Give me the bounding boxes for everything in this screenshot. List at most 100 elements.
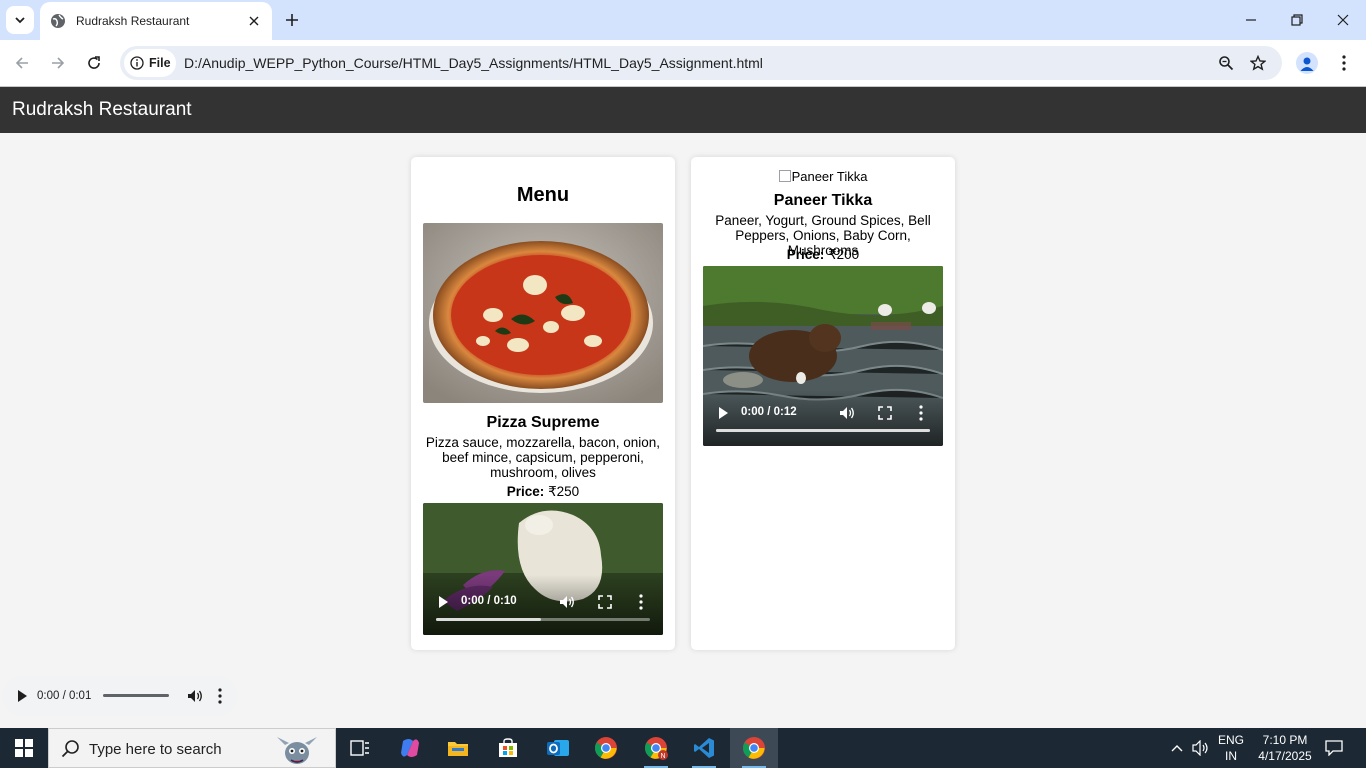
address-bar[interactable]: File D:/Anudip_WEPP_Python_Course/HTML_D… <box>120 46 1282 80</box>
zoom-icon[interactable] <box>1216 53 1236 73</box>
more-vertical-icon[interactable] <box>637 594 645 610</box>
taskbar-chrome[interactable] <box>582 728 630 768</box>
url-text[interactable]: D:/Anudip_WEPP_Python_Course/HTML_Day5_A… <box>184 55 763 71</box>
region-code: IN <box>1224 749 1237 763</box>
price-label: Price: <box>786 247 825 262</box>
more-vertical-icon <box>1342 55 1346 71</box>
broken-image-icon <box>778 170 791 182</box>
price-label: Price: <box>506 484 545 499</box>
taskbar-store[interactable] <box>484 728 532 768</box>
search-placeholder: Type here to search <box>89 741 222 758</box>
plus-icon <box>286 14 298 26</box>
volume-icon[interactable] <box>187 688 203 704</box>
item-name: Pizza Supreme <box>486 414 600 431</box>
restore-button[interactable] <box>1274 0 1320 40</box>
chevron-up-icon <box>1171 745 1183 752</box>
item-name: Paneer Tikka <box>773 192 873 209</box>
video-time: 0:00 / 0:12 <box>741 406 797 418</box>
task-view-button[interactable] <box>336 728 384 768</box>
chrome-profile-icon: N <box>645 737 668 760</box>
pizza-video[interactable]: 0:00 / 0:10 <box>423 503 663 635</box>
taskbar-search-box[interactable]: Type here to search <box>48 728 336 768</box>
video-time: 0:00 / 0:10 <box>461 595 517 607</box>
browser-tab-strip: Rudraksh Restaurant <box>0 0 1366 40</box>
site-header: Rudraksh Restaurant <box>0 87 1366 133</box>
taskbar-vscode[interactable] <box>680 728 728 768</box>
video-buffered-bar <box>436 618 541 621</box>
tab-title: Rudraksh Restaurant <box>76 14 190 28</box>
reload-button[interactable] <box>80 49 108 77</box>
price-value: ₹200 <box>828 247 860 262</box>
clock-date: 4/17/2025 <box>1258 749 1312 763</box>
play-icon[interactable] <box>436 595 450 609</box>
notification-icon <box>1325 740 1343 756</box>
item-price: Price: ₹200 <box>691 247 955 263</box>
pizza-image <box>423 223 663 403</box>
menu-card-paneer: Paneer Tikka Paneer Tikka Paneer, Yogurt… <box>691 157 955 650</box>
site-title: Rudraksh Restaurant <box>12 99 192 120</box>
site-info-chip[interactable]: File <box>124 49 176 77</box>
browser-tab[interactable]: Rudraksh Restaurant <box>40 2 272 40</box>
play-icon[interactable] <box>716 406 730 420</box>
reload-icon <box>88 56 100 69</box>
audio-time: 0:00 / 0:01 <box>37 690 92 702</box>
profile-avatar[interactable] <box>1296 52 1318 74</box>
volume-tray-button[interactable] <box>1190 728 1212 768</box>
language-code: ENG <box>1217 733 1244 747</box>
windows-taskbar: Type here to search N ENG IN 7:10 PM 4/1… <box>0 728 1366 768</box>
volume-icon[interactable] <box>839 405 855 421</box>
taskbar-copilot[interactable] <box>386 728 434 768</box>
clock[interactable]: 7:10 PM 4/17/2025 <box>1254 728 1316 768</box>
arrow-right-icon <box>52 57 65 69</box>
arrow-left-icon <box>15 57 28 69</box>
video-progress-track[interactable] <box>716 429 930 432</box>
search-icon <box>61 740 79 758</box>
minimize-button[interactable] <box>1228 0 1274 40</box>
price-value: ₹250 <box>548 484 580 499</box>
browser-menu-button[interactable] <box>1334 52 1354 74</box>
menu-card-pizza: Menu Pizza Supreme Pizza sauce, mozzarel… <box>411 157 675 650</box>
windows-logo-icon <box>15 739 33 757</box>
svg-text:N: N <box>660 753 665 760</box>
more-vertical-icon[interactable] <box>216 688 224 704</box>
minimize-icon <box>1246 19 1256 21</box>
close-tab-icon[interactable] <box>246 13 262 29</box>
fullscreen-icon[interactable] <box>877 405 893 421</box>
paneer-video[interactable]: 0:00 / 0:12 <box>703 266 943 446</box>
volume-icon[interactable] <box>559 594 575 610</box>
forward-button[interactable] <box>44 49 72 77</box>
browser-toolbar: File D:/Anudip_WEPP_Python_Course/HTML_D… <box>0 40 1366 86</box>
video-buffered-bar <box>716 429 930 432</box>
chrome-icon <box>743 737 765 759</box>
close-window-button[interactable] <box>1320 0 1366 40</box>
show-hidden-icons-button[interactable] <box>1166 728 1188 768</box>
notifications-button[interactable] <box>1320 728 1348 768</box>
folder-icon <box>448 742 468 756</box>
start-button[interactable] <box>0 728 48 768</box>
bookmark-star-icon[interactable] <box>1248 53 1268 73</box>
globe-icon <box>51 14 65 28</box>
video-controls: 0:00 / 0:10 <box>423 575 663 635</box>
menu-title: Menu <box>516 184 570 206</box>
close-icon <box>1337 14 1349 26</box>
chevron-down-icon <box>15 17 25 24</box>
image-alt-text: Paneer Tikka <box>791 169 868 184</box>
language-indicator[interactable]: ENG IN <box>1214 728 1248 768</box>
more-vertical-icon[interactable] <box>917 405 925 421</box>
audio-progress-track[interactable] <box>103 694 169 697</box>
taskbar-chrome-profile[interactable]: N <box>632 728 680 768</box>
broken-image-placeholder: Paneer Tikka <box>691 169 955 184</box>
taskbar-outlook[interactable] <box>534 728 582 768</box>
taskbar-file-explorer[interactable] <box>434 728 482 768</box>
file-chip-label: File <box>149 56 171 70</box>
item-price: Price: ₹250 <box>411 484 675 500</box>
video-progress-track[interactable] <box>436 618 650 621</box>
taskbar-chrome-active[interactable] <box>730 728 778 768</box>
tab-search-button[interactable] <box>6 6 34 34</box>
back-button[interactable] <box>8 49 36 77</box>
fullscreen-icon[interactable] <box>597 594 613 610</box>
person-icon <box>1300 57 1314 71</box>
new-tab-button[interactable] <box>280 8 304 32</box>
play-icon[interactable] <box>15 689 29 703</box>
audio-player[interactable]: 0:00 / 0:01 <box>2 676 238 716</box>
